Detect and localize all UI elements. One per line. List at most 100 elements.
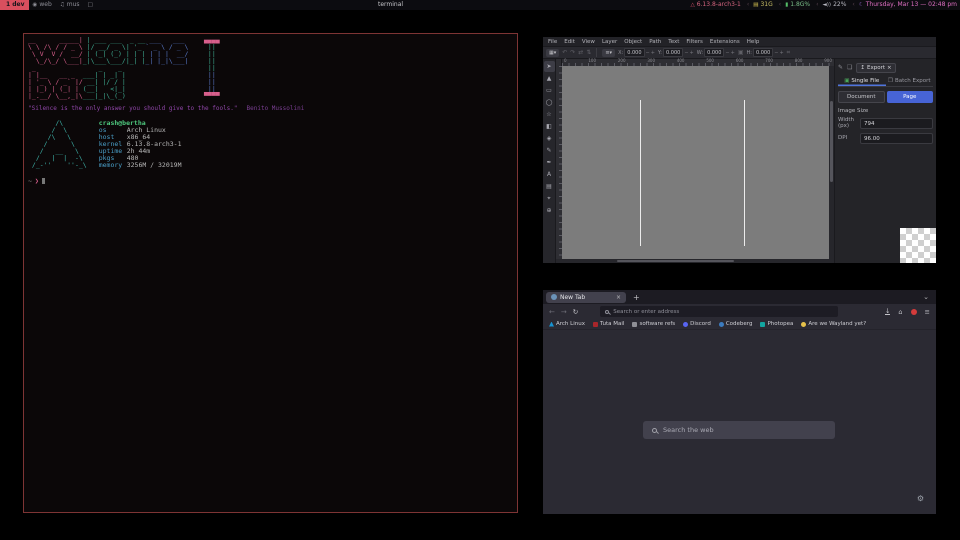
rotate-ccw-icon[interactable]: ↶ (562, 49, 567, 56)
bookmark-item[interactable]: Photopea (760, 321, 793, 327)
bookmark-label: Arch Linux (556, 321, 585, 327)
coordinate-spinner[interactable]: Y: 0.000 − + (658, 48, 694, 57)
horizontal-scrollbar[interactable] (556, 259, 834, 263)
spinner-increase[interactable]: + (651, 50, 655, 56)
menu-item[interactable]: Edit (564, 39, 575, 45)
rect-tool[interactable]: ▭ (544, 85, 555, 96)
height-spinner[interactable]: H: 0.000 − + (746, 48, 783, 57)
menu-item[interactable]: Help (747, 39, 760, 45)
ruler-number: 700 (765, 59, 773, 63)
tool-icon: ◈ (547, 135, 552, 142)
bookmark-item[interactable]: Codeberg (719, 321, 753, 327)
dropper-tool[interactable]: ⌖ (544, 193, 555, 204)
downloads-icon[interactable]: ↓ (885, 308, 890, 315)
bookmark-favicon (801, 322, 806, 327)
menu-item[interactable]: Layer (602, 39, 617, 45)
coordinate-spinner[interactable]: W: 0.000 − + (697, 48, 735, 57)
forward-icon[interactable]: → (561, 308, 567, 316)
list-tabs-chevron-icon[interactable]: ⌄ (923, 293, 929, 301)
spinner-value[interactable]: 0.000 (663, 48, 683, 57)
flip-horizontal-icon[interactable]: ⇄ (578, 49, 583, 56)
home-icon[interactable]: ⌂ (898, 308, 902, 316)
spinner-increase[interactable]: + (690, 50, 694, 56)
align-dropdown[interactable]: ≡▾ (602, 49, 615, 57)
spinner-value[interactable]: 0.000 (753, 48, 773, 57)
page-border-left (640, 100, 641, 246)
spiral-tool[interactable]: ◈ (544, 133, 555, 144)
export-preview-checkerboard (900, 228, 936, 263)
scope-button[interactable]: Page (887, 91, 934, 103)
tool-icon: ✎ (546, 147, 551, 154)
scrollbar-thumb[interactable] (830, 101, 833, 182)
node-tool[interactable]: ▲ (544, 73, 555, 84)
tool-icon: ☆ (546, 111, 551, 118)
menu-item[interactable]: Text (668, 39, 679, 45)
bookmark-item[interactable]: Arch Linux (549, 321, 585, 327)
shell-prompt[interactable]: ~ ❯ (28, 177, 513, 185)
ublock-extension-icon[interactable] (911, 309, 917, 315)
gradient-tool[interactable]: ▤ (544, 181, 555, 192)
width-input[interactable]: 794 (860, 118, 933, 129)
bookmark-item[interactable]: Tuta Mail (593, 321, 624, 327)
menu-item[interactable]: View (582, 39, 595, 45)
personalize-gear-icon[interactable]: ⚙ (917, 494, 924, 503)
url-bar[interactable]: Search or enter address (600, 306, 838, 317)
drawing-canvas[interactable] (562, 66, 829, 259)
reload-icon[interactable]: ↻ (573, 308, 578, 316)
scrollbar-thumb[interactable] (617, 260, 734, 262)
menu-item[interactable]: Object (624, 39, 642, 45)
star-tool[interactable]: ☆ (544, 109, 555, 120)
spinner-decrease[interactable]: − (684, 50, 688, 56)
back-icon[interactable]: ← (549, 308, 555, 316)
web-search-box[interactable]: Search the web (643, 421, 835, 439)
flip-vertical-icon[interactable]: ⇅ (586, 49, 591, 56)
menu-item[interactable]: File (548, 39, 557, 45)
layers-dialog-icon[interactable]: ❏ (847, 64, 852, 71)
workspace-dev[interactable]: 1 dev (0, 0, 29, 10)
spinner-decrease[interactable]: − (774, 50, 778, 56)
snap-toggle-icon[interactable]: ⌗ (787, 49, 790, 57)
lock-ratio-icon[interactable]: ▣ (738, 49, 744, 56)
bookmark-item[interactable]: Are we Wayland yet? (801, 321, 866, 327)
bookmark-item[interactable]: Discord (683, 321, 711, 327)
workspace-web[interactable]: ◉ web (29, 0, 56, 10)
pencil-tool[interactable]: ✎ (544, 145, 555, 156)
close-tab-icon[interactable]: × (616, 294, 621, 301)
menu-icon[interactable]: ≡ (925, 308, 930, 316)
spinner-increase[interactable]: + (779, 50, 783, 56)
pen-tool[interactable]: ✒ (544, 157, 555, 168)
rotate-cw-icon[interactable]: ↷ (570, 49, 575, 56)
new-tab-button[interactable]: + (633, 293, 640, 302)
scope-button[interactable]: Document (838, 91, 885, 103)
ellipse-tool[interactable]: ◯ (544, 97, 555, 108)
selector-tool[interactable]: ➤ (544, 61, 555, 72)
menu-item[interactable]: Filters (686, 39, 703, 45)
export-mode-tab[interactable]: ▣ Single File (838, 76, 886, 86)
objects-dialog-icon[interactable]: ✎ (838, 64, 843, 71)
menu-item[interactable]: Path (649, 39, 661, 45)
terminal-window[interactable]: __ _____| | ___ ___ _ __ ___ ___\ \ /\ /… (23, 33, 518, 513)
export-mode-tab[interactable]: ❒ Batch Export (886, 76, 934, 86)
coordinate-spinner[interactable]: X: 0.000 − + (618, 48, 655, 57)
spinner-label: Y: (658, 50, 662, 56)
box3d-tool[interactable]: ◧ (544, 121, 555, 132)
coordinate-spinners: X: 0.000 − + Y: 0.000 − + W: 0 (618, 48, 735, 57)
dpi-input[interactable]: 96.00 (860, 133, 933, 144)
spinner-increase[interactable]: + (731, 50, 735, 56)
export-dialog-tab[interactable]: ↥ Export × (856, 63, 895, 73)
workspace-4[interactable]: □ (84, 0, 99, 10)
workspace-mus[interactable]: ♫ mus (56, 0, 84, 10)
spinner-value[interactable]: 0.000 (624, 48, 644, 57)
tab-new-tab[interactable]: New Tab × (546, 292, 626, 303)
close-icon[interactable]: × (887, 65, 892, 71)
spinner-decrease[interactable]: − (725, 50, 729, 56)
menu-item[interactable]: Extensions (710, 39, 740, 45)
width-label: Width (px) (838, 117, 860, 130)
bookmark-item[interactable]: software refs (632, 321, 675, 327)
spinner-decrease[interactable]: − (646, 50, 650, 56)
spinner-value[interactable]: 0.000 (704, 48, 724, 57)
selection-mode-dropdown[interactable]: ▦▾ (546, 49, 559, 57)
zoom-tool[interactable]: ⊕ (544, 205, 555, 216)
search-icon (605, 310, 609, 314)
text-tool[interactable]: A (544, 169, 555, 180)
